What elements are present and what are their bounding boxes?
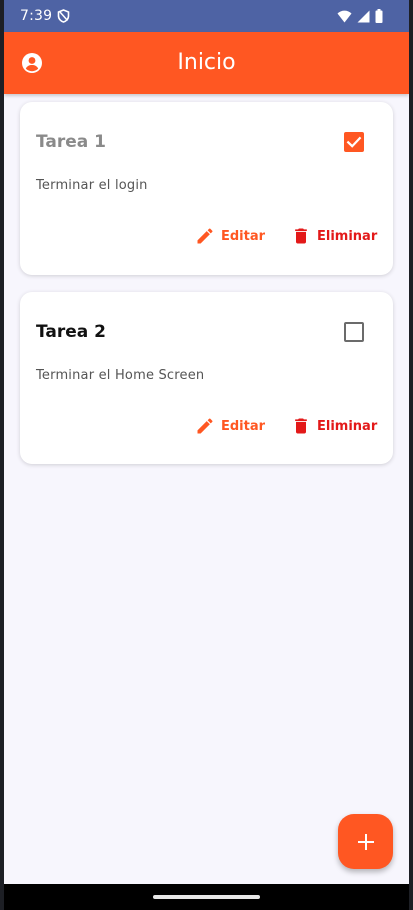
shield-icon — [57, 9, 71, 23]
delete-label: Eliminar — [317, 228, 378, 244]
trash-icon — [295, 228, 307, 244]
edit-button[interactable]: Editar — [195, 416, 265, 436]
delete-button[interactable]: Eliminar — [291, 416, 377, 436]
edit-label: Editar — [221, 228, 266, 244]
edit-button[interactable]: Editar — [195, 226, 265, 246]
signal-icon — [357, 10, 370, 28]
page-title: Inicio — [177, 50, 236, 75]
plus-icon — [357, 833, 374, 850]
task-checkbox-unchecked[interactable] — [344, 322, 364, 342]
add-task-button[interactable] — [338, 814, 393, 869]
delete-button[interactable]: Eliminar — [291, 226, 377, 246]
navigation-bar — [4, 884, 409, 910]
battery-icon — [375, 9, 383, 28]
status-bar: 7:39 — [4, 0, 409, 32]
delete-label: Eliminar — [317, 418, 378, 434]
app-bar: Inicio — [4, 32, 409, 94]
task-title: Tarea 2 — [36, 322, 107, 342]
task-description: Terminar el Home Screen — [36, 368, 205, 383]
trash-icon — [295, 418, 307, 434]
status-time: 7:39 — [20, 8, 53, 24]
pencil-icon — [197, 228, 213, 244]
task-description: Terminar el login — [36, 178, 148, 193]
task-checkbox-checked[interactable] — [344, 132, 364, 152]
home-gesture-handle[interactable] — [153, 895, 260, 899]
app-screen: 7:39 Inicio Tarea 1 Terminar el login Ed… — [4, 0, 409, 910]
task-card: Tarea 2 Terminar el Home Screen Editar E… — [20, 292, 393, 464]
pencil-icon — [197, 418, 213, 434]
task-card: Tarea 1 Terminar el login Editar Elimina… — [20, 102, 393, 275]
edit-label: Editar — [221, 418, 266, 434]
check-icon — [346, 136, 362, 148]
wifi-icon — [337, 10, 352, 28]
task-title: Tarea 1 — [36, 132, 107, 152]
